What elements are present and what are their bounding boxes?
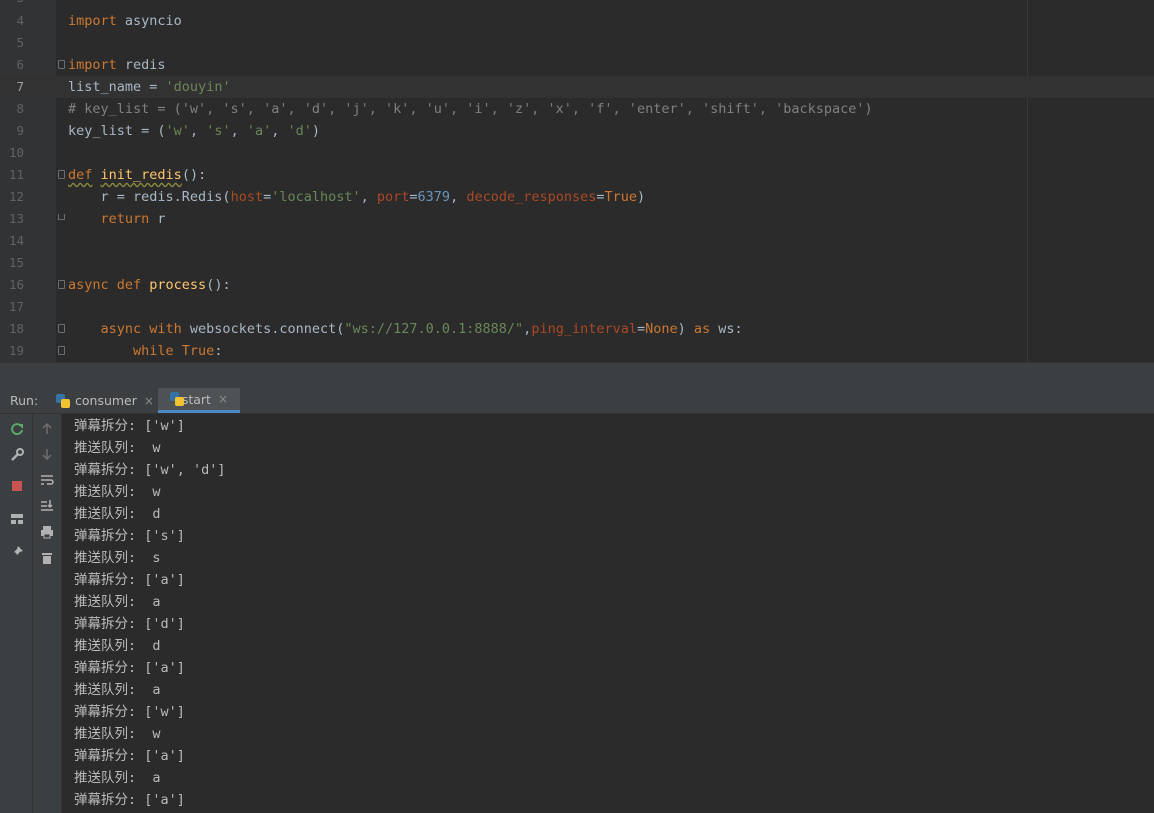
code-text: list_name = 'douyin' bbox=[68, 79, 231, 95]
pin-icon[interactable] bbox=[7, 542, 27, 562]
code-text: async def process(): bbox=[68, 277, 231, 293]
code-editor[interactable]: 3 4 import asyncio 5 6 import redis 7 list_nam… bbox=[0, 0, 1154, 362]
code-line[interactable]: 12 r = redis.Redis(host='localhost', por… bbox=[0, 186, 1154, 208]
code-line[interactable]: 14 bbox=[0, 230, 1154, 252]
console-line: 推送队列: w bbox=[74, 726, 161, 742]
line-number: 10 bbox=[8, 145, 24, 160]
run-label: Run: bbox=[10, 393, 39, 408]
rerun-icon[interactable] bbox=[7, 419, 27, 439]
code-line[interactable]: 13 return r bbox=[0, 208, 1154, 230]
line-number: 13 bbox=[8, 211, 24, 226]
code-text: import asyncio bbox=[68, 13, 182, 29]
layout-icon[interactable] bbox=[7, 509, 27, 529]
line-number: 6 bbox=[16, 57, 24, 72]
code-line[interactable]: 10 bbox=[0, 142, 1154, 164]
fold-icon[interactable] bbox=[58, 60, 65, 69]
run-toolbar-right bbox=[33, 414, 62, 813]
run-toolbar-left bbox=[0, 414, 33, 813]
console-line: 推送队列: a bbox=[74, 682, 161, 698]
soft-wrap-icon[interactable] bbox=[37, 470, 57, 490]
line-number: 7 bbox=[16, 79, 24, 94]
fold-icon[interactable] bbox=[58, 280, 65, 289]
wrench-icon[interactable] bbox=[7, 445, 27, 465]
tab-label: start bbox=[181, 391, 211, 407]
console-line: 弹幕拆分: ['a'] bbox=[74, 660, 185, 676]
console-line: 推送队列: w bbox=[74, 440, 161, 456]
code-line[interactable]: 7 list_name = 'douyin' bbox=[0, 76, 1154, 98]
console-line: 推送队列: s bbox=[74, 550, 161, 566]
code-text: return r bbox=[100, 211, 166, 227]
console-line: 弹幕拆分: ['a'] bbox=[74, 748, 185, 764]
code-line[interactable]: 16 async def process(): bbox=[0, 274, 1154, 296]
line-number: 17 bbox=[8, 299, 24, 314]
code-text: while True: bbox=[133, 343, 223, 359]
console-line: 弹幕拆分: ['w'] bbox=[74, 418, 185, 434]
console-line: 弹幕拆分: ['d'] bbox=[74, 616, 185, 632]
close-icon[interactable]: × bbox=[218, 392, 228, 406]
tab-label: consumer bbox=[75, 393, 137, 408]
print-icon[interactable] bbox=[37, 522, 57, 542]
console-line: 推送队列: a bbox=[74, 770, 161, 786]
console-line: 推送队列: d bbox=[74, 638, 161, 654]
console-output[interactable]: 弹幕拆分: ['w'] 推送队列: w 弹幕拆分: ['w', 'd'] 推送队列: … bbox=[62, 414, 1154, 813]
run-tool-window-header: Run: consumer × start × bbox=[0, 388, 1154, 414]
code-line[interactable]: 5 bbox=[0, 32, 1154, 54]
line-number: 9 bbox=[16, 123, 24, 138]
code-text: import redis bbox=[68, 57, 166, 73]
code-text: def init_redis(): bbox=[68, 167, 207, 183]
line-number: 18 bbox=[8, 321, 24, 336]
code-line[interactable]: 17 bbox=[0, 296, 1154, 318]
code-line[interactable]: 19 while True: bbox=[0, 340, 1154, 362]
arrow-down-icon[interactable] bbox=[37, 444, 57, 464]
python-file-icon bbox=[56, 393, 70, 408]
line-number: 5 bbox=[16, 35, 24, 50]
code-line[interactable]: 11 def init_redis(): bbox=[0, 164, 1154, 186]
line-number: 11 bbox=[8, 167, 24, 182]
console-line: 弹幕拆分: ['a'] bbox=[74, 572, 185, 588]
console-line: 弹幕拆分: ['w', 'd'] bbox=[74, 462, 226, 478]
code-text: key_list = ('w', 's', 'a', 'd') bbox=[68, 123, 321, 139]
console-line: 弹幕拆分: ['w'] bbox=[74, 704, 185, 720]
fold-icon[interactable] bbox=[58, 170, 65, 179]
fold-end-icon[interactable] bbox=[58, 214, 65, 223]
code-line[interactable]: 15 bbox=[0, 252, 1154, 274]
line-number: 19 bbox=[8, 343, 24, 358]
console-line: 推送队列: a bbox=[74, 594, 161, 610]
tab-start[interactable]: start × bbox=[158, 388, 240, 413]
line-number: 4 bbox=[16, 13, 24, 28]
line-number: 16 bbox=[8, 277, 24, 292]
console-line: 弹幕拆分: ['s'] bbox=[74, 528, 185, 544]
code-line[interactable]: 6 import redis bbox=[0, 54, 1154, 76]
panel-splitter[interactable] bbox=[0, 362, 1154, 389]
fold-icon[interactable] bbox=[58, 324, 65, 333]
code-text: async with websockets.connect("ws://127.… bbox=[100, 321, 743, 337]
trash-icon[interactable] bbox=[37, 548, 57, 568]
line-number: 8 bbox=[16, 101, 24, 116]
code-text: # key_list = ('w', 's', 'a', 'd', 'j', '… bbox=[68, 101, 873, 117]
python-file-icon bbox=[170, 392, 184, 406]
stop-icon[interactable] bbox=[7, 476, 27, 496]
code-text: r = redis.Redis(host='localhost', port=6… bbox=[68, 189, 646, 205]
console-line: 推送队列: w bbox=[74, 484, 161, 500]
console-line: 推送队列: d bbox=[74, 506, 161, 522]
code-line[interactable]: 9 key_list = ('w', 's', 'a', 'd') bbox=[0, 120, 1154, 142]
console-line: 弹幕拆分: ['a'] bbox=[74, 792, 185, 808]
close-icon[interactable]: × bbox=[144, 394, 154, 408]
scroll-to-end-icon[interactable] bbox=[37, 496, 57, 516]
code-line[interactable]: 4 import asyncio bbox=[0, 10, 1154, 32]
line-number-partial: 3 bbox=[0, 0, 24, 5]
tab-consumer[interactable]: consumer × bbox=[48, 388, 162, 413]
line-number: 15 bbox=[8, 255, 24, 270]
line-number: 14 bbox=[8, 233, 24, 248]
arrow-up-icon[interactable] bbox=[37, 419, 57, 439]
fold-icon[interactable] bbox=[58, 346, 65, 355]
code-line[interactable]: 8 # key_list = ('w', 's', 'a', 'd', 'j', … bbox=[0, 98, 1154, 120]
line-number: 12 bbox=[8, 189, 24, 204]
code-line[interactable]: 18 async with websockets.connect("ws://1… bbox=[0, 318, 1154, 340]
